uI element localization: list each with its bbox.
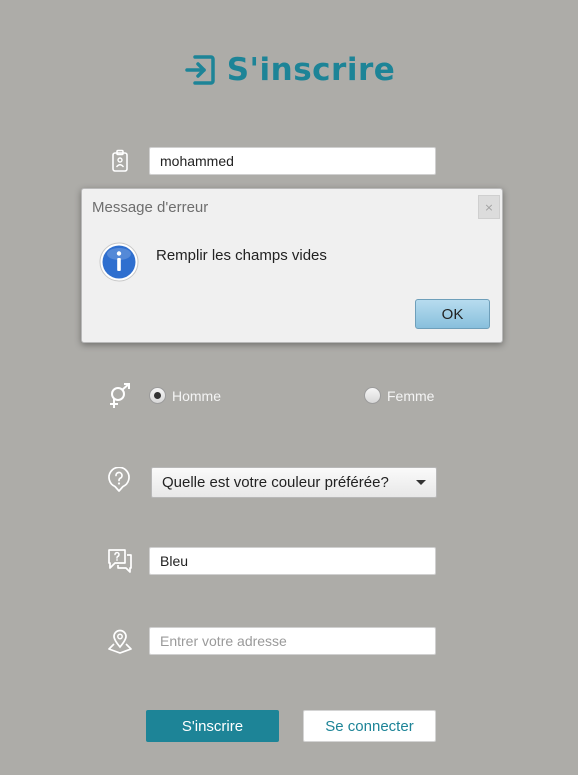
page-title-text: S'inscrire xyxy=(226,52,396,88)
radio-homme-button[interactable] xyxy=(149,387,166,404)
radio-femme-label: Femme xyxy=(387,387,435,404)
ok-button[interactable]: OK xyxy=(415,299,490,329)
radio-femme[interactable]: Femme xyxy=(364,387,434,404)
location-icon xyxy=(108,629,132,654)
dialog-title: Message d'erreur xyxy=(92,199,209,216)
page-title: S'inscrire xyxy=(0,48,578,92)
login-button[interactable]: Se connecter xyxy=(303,710,436,742)
id-badge-icon xyxy=(112,149,128,172)
answer-input[interactable] xyxy=(149,547,436,575)
radio-homme[interactable]: Homme xyxy=(149,387,221,404)
gender-icon xyxy=(110,383,130,408)
sign-in-icon xyxy=(184,55,215,85)
chat-question-icon xyxy=(108,549,132,573)
question-pin-icon xyxy=(108,467,130,492)
radio-homme-label: Homme xyxy=(172,387,222,404)
security-question-value: Quelle est votre couleur préférée? xyxy=(162,474,389,491)
address-input[interactable] xyxy=(149,627,436,655)
name-input[interactable] xyxy=(149,147,436,175)
register-button[interactable]: S'inscrire xyxy=(146,710,279,742)
dialog-message: Remplir les champs vides xyxy=(156,247,327,264)
dialog-close-button[interactable]: × xyxy=(478,195,500,219)
error-dialog: Message d'erreur × Remplir les champs vi… xyxy=(81,188,503,343)
info-icon xyxy=(99,242,139,282)
security-question-select[interactable]: Quelle est votre couleur préférée? xyxy=(151,467,437,498)
chevron-down-icon xyxy=(416,480,426,485)
radio-femme-button[interactable] xyxy=(364,387,381,404)
